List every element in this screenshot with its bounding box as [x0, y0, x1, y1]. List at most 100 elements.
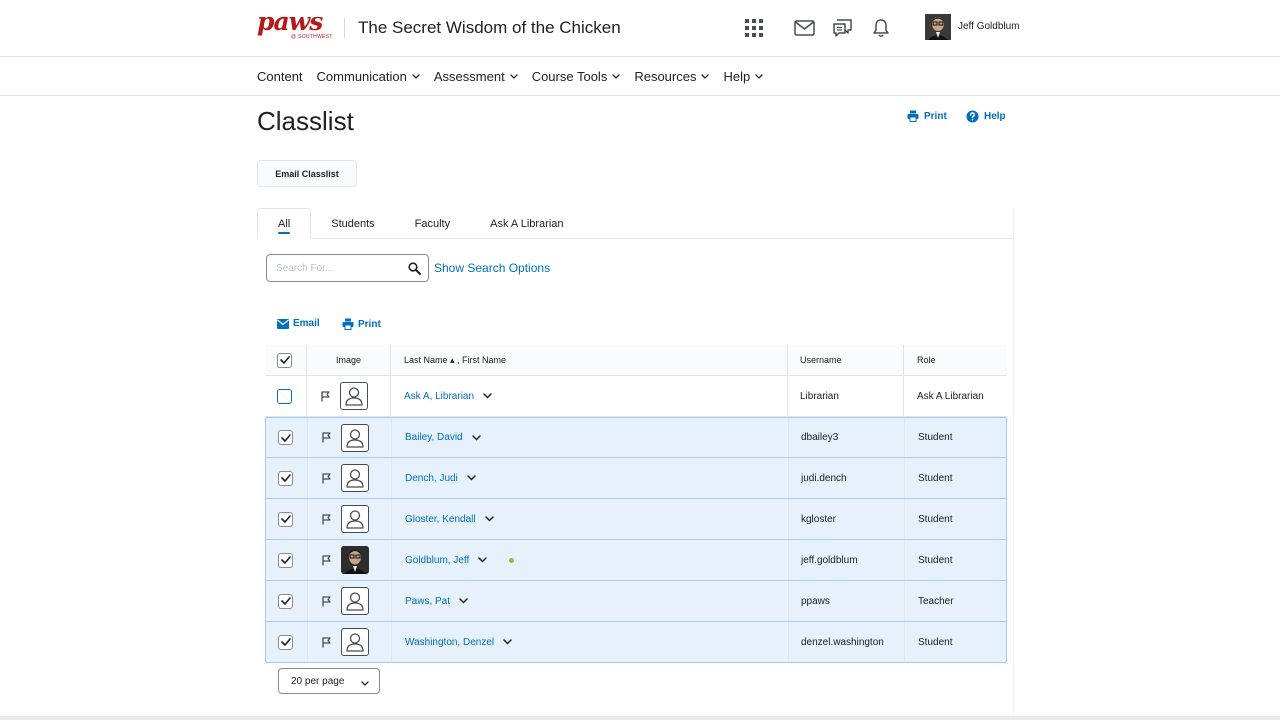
- printer-icon: [342, 318, 354, 330]
- table-row: Ask A, Librarian Librarian Ask A Librarian: [265, 376, 1007, 417]
- flag-button[interactable]: [321, 376, 330, 416]
- mail-icon[interactable]: [791, 15, 817, 41]
- chevron-down-icon: [612, 74, 620, 79]
- name-column-header[interactable]: Last Name ▴ , First Name: [404, 345, 506, 375]
- context-menu-chevron-icon[interactable]: [503, 639, 512, 645]
- tab-label: Ask A Librarian: [490, 217, 564, 230]
- flag-button[interactable]: [322, 499, 331, 539]
- per-page-select[interactable]: 20 per page: [278, 668, 380, 694]
- search-icon[interactable]: [408, 262, 421, 280]
- checkmark-icon: [280, 515, 291, 523]
- row-select-cell: [277, 376, 292, 416]
- row-checkbox[interactable]: [278, 593, 293, 609]
- user-name-link[interactable]: Gloster, Kendall: [405, 514, 476, 525]
- flag-button[interactable]: [322, 458, 331, 498]
- name-cell: Washington, Denzel: [405, 622, 512, 662]
- flag-icon: [321, 390, 330, 402]
- user-name[interactable]: Jeff Goldblum: [958, 21, 1020, 32]
- flag-button[interactable]: [322, 622, 331, 662]
- email-classlist-button[interactable]: Email Classlist: [257, 160, 357, 187]
- row-select-cell: [278, 581, 293, 621]
- row-checkbox[interactable]: [278, 470, 293, 486]
- row-select-cell: [278, 418, 293, 457]
- print-selected-button[interactable]: Print: [342, 318, 381, 330]
- nav-item-resources[interactable]: Resources: [634, 69, 710, 84]
- chevron-down-icon: [755, 74, 763, 79]
- tab-ask-a-librarian[interactable]: Ask A Librarian: [470, 208, 583, 239]
- default-user-icon: [341, 505, 369, 533]
- nav-item-assessment[interactable]: Assessment: [434, 69, 518, 84]
- nav-item-content[interactable]: Content: [257, 69, 303, 84]
- row-select-cell: [278, 499, 293, 539]
- context-menu-chevron-icon[interactable]: [459, 598, 468, 604]
- search-input[interactable]: [276, 262, 406, 274]
- nav-item-communication[interactable]: Communication: [317, 69, 420, 84]
- username-cell: dbailey3: [801, 432, 839, 443]
- user-name-link[interactable]: Goldblum, Jeff: [405, 555, 469, 566]
- brand-divider: [344, 18, 345, 38]
- username-column-header[interactable]: Username: [800, 345, 842, 375]
- user-name-link[interactable]: Dench, Judi: [405, 473, 458, 484]
- select-all-checkbox[interactable]: [277, 352, 292, 368]
- column-divider: [788, 458, 789, 498]
- row-checkbox[interactable]: [278, 634, 293, 650]
- checkmark-icon: [280, 597, 291, 605]
- user-name-link[interactable]: Paws, Pat: [405, 596, 450, 607]
- flag-button[interactable]: [322, 540, 331, 580]
- flag-button[interactable]: [322, 581, 331, 621]
- flag-icon: [322, 513, 331, 525]
- user-image-cell: [341, 499, 369, 539]
- nav-item-help[interactable]: Help: [723, 69, 763, 84]
- user-name-link[interactable]: Washington, Denzel: [405, 637, 494, 648]
- name-cell: Ask A, Librarian: [404, 376, 492, 416]
- role-cell: Teacher: [918, 595, 954, 607]
- context-menu-chevron-icon[interactable]: [483, 393, 492, 399]
- row-checkbox[interactable]: [278, 511, 293, 527]
- row-checkbox[interactable]: [277, 388, 292, 404]
- column-divider: [306, 376, 307, 416]
- flag-button[interactable]: [322, 418, 331, 457]
- search-box: [266, 254, 429, 282]
- tab-all[interactable]: All: [257, 208, 312, 239]
- nav-items: Content Communication Assessment Course Too…: [257, 57, 777, 96]
- course-selector-grid-icon[interactable]: [741, 15, 767, 41]
- flag-icon: [322, 432, 331, 443]
- flag-icon: [322, 554, 331, 566]
- default-user-icon: [341, 423, 369, 452]
- tab-students[interactable]: Students: [311, 208, 394, 239]
- email-selected-button[interactable]: Email: [277, 318, 320, 329]
- column-divider: [904, 581, 905, 621]
- user-name-link[interactable]: Ask A, Librarian: [404, 391, 474, 402]
- tab-faculty[interactable]: Faculty: [395, 208, 470, 239]
- row-checkbox[interactable]: [278, 430, 293, 445]
- role-column-header[interactable]: Role: [917, 345, 936, 375]
- default-user-icon: [340, 382, 368, 410]
- paws-logo[interactable]: paws @ SOUTHWEST: [257, 7, 333, 41]
- help-icon: [966, 110, 979, 123]
- show-search-options-link[interactable]: Show Search Options: [434, 261, 550, 275]
- page-help-button[interactable]: Help: [966, 110, 1006, 123]
- per-page-label: 20 per page: [291, 675, 345, 687]
- username-cell: Librarian: [800, 390, 839, 402]
- notifications-bell-icon[interactable]: [868, 15, 894, 41]
- page-print-button[interactable]: Print: [907, 110, 947, 122]
- context-menu-chevron-icon[interactable]: [467, 475, 476, 481]
- user-avatar[interactable]: [925, 14, 951, 40]
- discussions-icon[interactable]: [829, 15, 855, 41]
- user-name-link[interactable]: Bailey, David: [405, 432, 463, 443]
- logo-subtext: @ SOUTHWEST: [291, 34, 333, 40]
- row-checkbox[interactable]: [278, 552, 293, 568]
- role-tabs: All Students Faculty Ask A Librarian: [257, 208, 1014, 239]
- context-menu-chevron-icon[interactable]: [471, 434, 481, 441]
- course-title[interactable]: The Secret Wisdom of the Chicken: [358, 18, 621, 38]
- column-divider: [306, 345, 307, 375]
- table-row: Bailey, David dbailey3 Student: [265, 417, 1007, 458]
- column-divider: [307, 622, 308, 662]
- checkmark-icon: [280, 474, 291, 482]
- context-menu-chevron-icon[interactable]: [484, 516, 494, 522]
- tab-label: Students: [331, 217, 375, 230]
- online-status-indicator: [509, 557, 515, 563]
- default-user-icon: [341, 464, 369, 492]
- nav-item-course-tools[interactable]: Course Tools: [532, 69, 621, 84]
- context-menu-chevron-icon[interactable]: [478, 557, 488, 563]
